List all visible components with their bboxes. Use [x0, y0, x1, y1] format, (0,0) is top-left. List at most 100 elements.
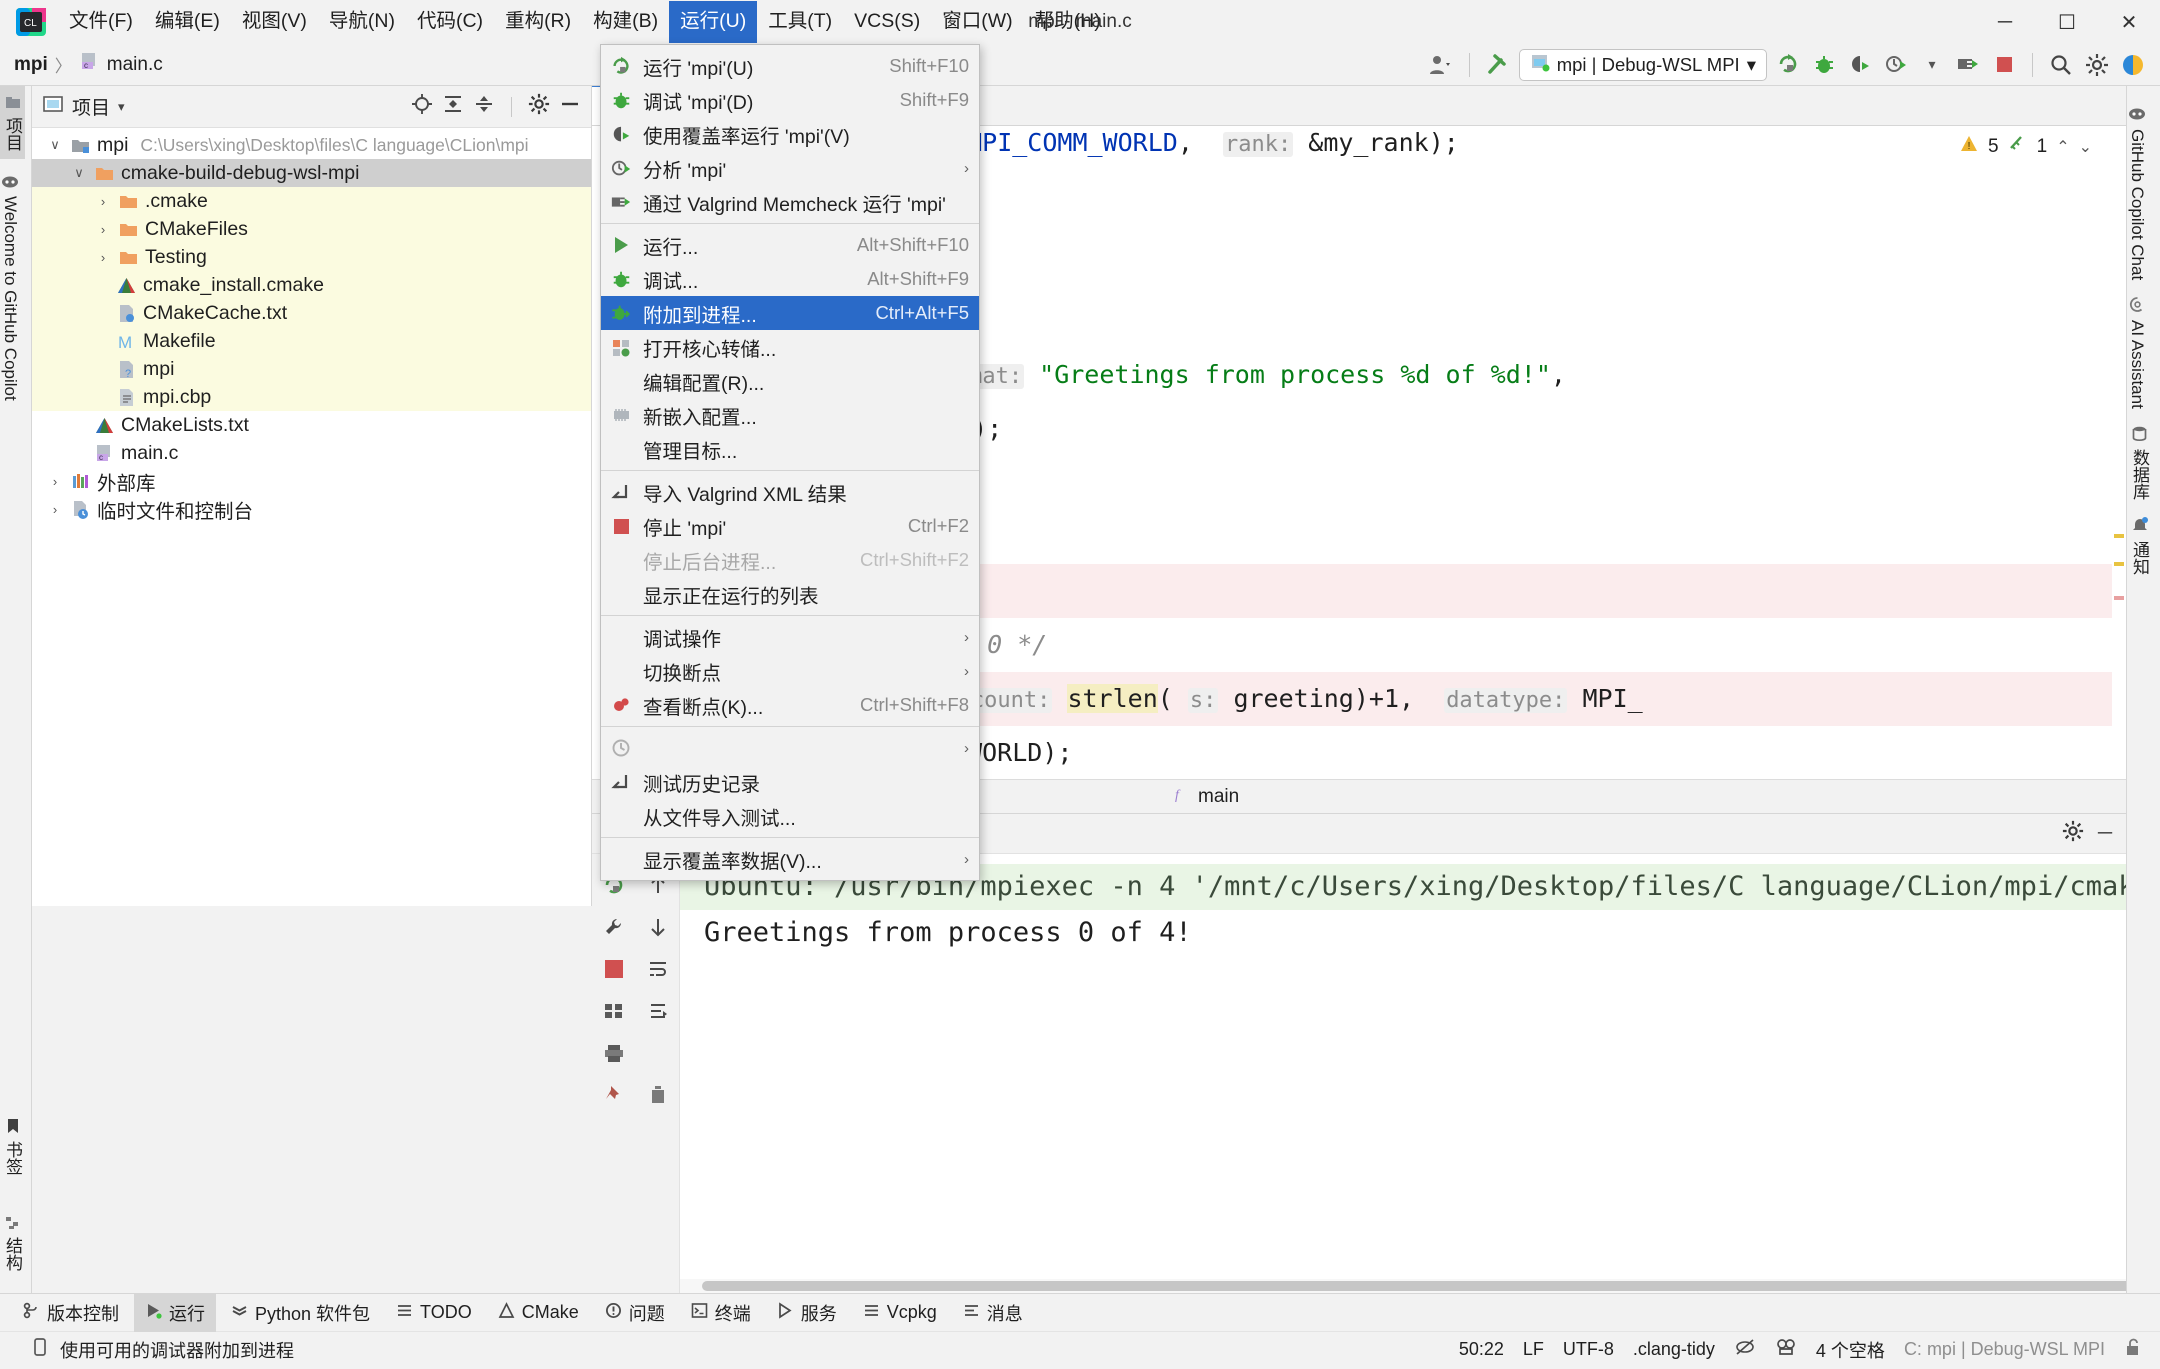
console-horizontal-scrollbar[interactable]	[680, 1279, 2126, 1293]
expand-all-icon[interactable]	[442, 93, 464, 121]
chevron-down-icon[interactable]: ∨	[46, 137, 64, 153]
left-tool-strip[interactable]: 项目 Welcome to GitHub Copilot 书签 结构	[0, 86, 32, 1293]
hide-run-window-icon[interactable]: ─	[2098, 822, 2112, 845]
menu-bar[interactable]: 文件(F) 编辑(E) 视图(V) 导航(N) 代码(C) 重构(R) 构建(B…	[58, 0, 1112, 44]
main-toolbar[interactable]: mpi | Debug-WSL MPI ▾ ▾	[1426, 48, 2160, 81]
menu-item-import-valgrind-xml[interactable]: 导入 Valgrind XML 结果	[601, 475, 979, 509]
bottom-tab-terminal[interactable]: 终端	[680, 1294, 762, 1332]
user-icon[interactable]	[1426, 50, 1456, 80]
clang-tidy-config[interactable]: .clang-tidy	[1633, 1339, 1715, 1360]
print-icon[interactable]	[592, 1032, 636, 1074]
search-icon[interactable]	[2046, 50, 2076, 80]
error-marker[interactable]	[2114, 596, 2124, 600]
sidebar-item-copilot-chat[interactable]: GitHub Copilot Chat	[2127, 86, 2147, 288]
menu-item-view-breakpoints[interactable]: 查看断点(K)... Ctrl+Shift+F8	[601, 688, 979, 722]
scroll-to-end-icon[interactable]	[636, 990, 680, 1032]
chevron-right-icon[interactable]: ›	[46, 502, 64, 517]
menu-item-new-embedded-configuration[interactable]: 新嵌入配置...	[601, 398, 979, 432]
tree-item-external-libraries[interactable]: › 外部库	[32, 467, 591, 495]
tree-item-mpi-binary[interactable]: ? mpi	[32, 355, 591, 383]
menu-item-open-core-dump[interactable]: 打开核心转储...	[601, 330, 979, 364]
right-tool-strip[interactable]: GitHub Copilot Chat AI Assistant 数据库 通知	[2126, 86, 2160, 1293]
editor-vertical-scrollbar[interactable]	[2112, 126, 2126, 779]
hide-panel-icon[interactable]	[559, 93, 581, 121]
run-console-output[interactable]: Ubuntu: /usr/bin/mpiexec -n 4 '/mnt/c/Us…	[680, 854, 2126, 1293]
debug-icon[interactable]	[1809, 50, 1839, 80]
breadcrumb[interactable]: mpi 〉 c main.c	[0, 51, 163, 78]
bottom-tool-window-bar[interactable]: 版本控制 运行 Python 软件包 TODO CMake 问题 终端 服务 V…	[0, 1293, 2160, 1332]
tree-item-cmake-build-dir[interactable]: ∨ cmake-build-debug-wsl-mpi	[32, 159, 591, 187]
valgrind-icon[interactable]	[1953, 50, 1983, 80]
collapse-all-icon[interactable]	[473, 93, 495, 121]
stop-icon[interactable]	[592, 948, 636, 990]
next-problem-icon[interactable]: ⌄	[2079, 137, 2092, 157]
caret-position[interactable]: 50:22	[1459, 1339, 1504, 1360]
tree-item-testing[interactable]: › Testing	[32, 243, 591, 271]
tree-item-cmake-install[interactable]: cmake_install.cmake	[32, 271, 591, 299]
menu-item-manage-targets[interactable]: 管理目标...	[601, 432, 979, 466]
sidebar-item-project[interactable]: 项目	[0, 86, 25, 159]
wrench-icon[interactable]	[592, 906, 636, 948]
menu-item-toggle-breakpoint[interactable]: 切换断点 ›	[601, 654, 979, 688]
breadcrumb-file[interactable]: main.c	[107, 54, 163, 76]
status-bar-right[interactable]: 50:22 LF UTF-8 .clang-tidy 4 个空格 C: mpi …	[1459, 1337, 2150, 1363]
chevron-down-icon[interactable]: ▾	[1747, 54, 1756, 76]
settings-gear-icon[interactable]	[528, 93, 550, 121]
sidebar-item-bookmarks[interactable]: 书签	[0, 1110, 25, 1183]
tree-item-cmakefiles[interactable]: › CMakeFiles	[32, 215, 591, 243]
tree-item-mpi-cbp[interactable]: mpi.cbp	[32, 383, 591, 411]
chevron-right-icon[interactable]: ›	[94, 250, 112, 265]
scroll-down-icon[interactable]	[636, 906, 680, 948]
menu-vcs[interactable]: VCS(S)	[843, 6, 931, 38]
breadcrumb-project[interactable]: mpi	[14, 54, 48, 76]
sidebar-item-notifications[interactable]: 通知	[2127, 508, 2152, 583]
tree-item-makefile[interactable]: M Makefile	[32, 327, 591, 355]
menu-item-run-with-coverage[interactable]: 使用覆盖率运行 'mpi'(V)	[601, 117, 979, 151]
menu-window[interactable]: 窗口(W)	[931, 6, 1023, 38]
tree-item-main-c[interactable]: c main.c	[32, 439, 591, 467]
menu-item-stop-mpi[interactable]: 停止 'mpi' Ctrl+F2	[601, 509, 979, 543]
profile-icon[interactable]	[1881, 50, 1911, 80]
locate-icon[interactable]	[411, 93, 433, 121]
trash-icon[interactable]	[636, 1074, 680, 1116]
chevron-right-icon[interactable]: ›	[46, 474, 64, 489]
unlocked-icon[interactable]	[2124, 1337, 2142, 1362]
layout-icon[interactable]	[592, 990, 636, 1032]
menu-help[interactable]: 帮助(H)	[1024, 6, 1112, 38]
menu-item-attach-to-process[interactable]: 附加到进程... Ctrl+Alt+F5	[601, 296, 979, 330]
menu-file[interactable]: 文件(F)	[58, 6, 144, 38]
bottom-tab-version-control[interactable]: 版本控制	[12, 1294, 130, 1332]
pin-icon[interactable]	[592, 1074, 636, 1116]
inspection-off-icon[interactable]	[1734, 1337, 1756, 1362]
scrollbar-thumb[interactable]	[702, 1281, 2126, 1291]
minimize-button[interactable]: ─	[1974, 0, 2036, 44]
chevron-down-icon[interactable]: ▾	[1917, 50, 1947, 80]
bottom-tab-cmake[interactable]: CMake	[487, 1296, 590, 1330]
bottom-tab-vcpkg[interactable]: Vcpkg	[852, 1296, 948, 1330]
menu-item-open-profiler-snapshot[interactable]: 显示覆盖率数据(V)... ›	[601, 842, 979, 876]
tree-item-dot-cmake[interactable]: › .cmake	[32, 187, 591, 215]
menu-item-show-running-list[interactable]: 显示正在运行的列表	[601, 577, 979, 611]
menu-refactor[interactable]: 重构(R)	[494, 6, 582, 38]
window-controls[interactable]: ─ ☐ ✕	[1974, 0, 2160, 44]
menu-item-run-mpi[interactable]: 运行 'mpi'(U) Shift+F10	[601, 49, 979, 83]
bottom-tab-services[interactable]: 服务	[766, 1294, 848, 1332]
run-window-toolbar[interactable]	[592, 854, 680, 1293]
tree-item-cmakelists[interactable]: CMakeLists.txt	[32, 411, 591, 439]
menu-item-import-tests-from-file[interactable]: 测试历史记录	[601, 765, 979, 799]
chevron-down-icon[interactable]: ∨	[70, 165, 88, 181]
sidebar-item-copilot[interactable]: Welcome to GitHub Copilot	[0, 165, 20, 409]
stop-icon[interactable]	[1989, 50, 2019, 80]
soft-wrap-icon[interactable]	[636, 948, 680, 990]
sidebar-item-ai-assistant[interactable]: AI Assistant	[2127, 288, 2147, 417]
bottom-tab-python-packages[interactable]: Python 软件包	[220, 1294, 381, 1332]
settings-gear-icon[interactable]	[2082, 50, 2112, 80]
clang-tidy-icon[interactable]	[1775, 1337, 1797, 1362]
bottom-tab-problems[interactable]: 问题	[594, 1294, 676, 1332]
maximize-button[interactable]: ☐	[2036, 0, 2098, 44]
menu-item-debug-dialog[interactable]: 调试... Alt+Shift+F9	[601, 262, 979, 296]
menu-view[interactable]: 视图(V)	[231, 6, 318, 38]
bottom-tab-run[interactable]: 运行	[134, 1293, 216, 1332]
tree-item-scratches-consoles[interactable]: › 临时文件和控制台	[32, 495, 591, 523]
tree-item-mpi-root[interactable]: ∨ mpi C:\Users\xing\Desktop\files\C lang…	[32, 131, 591, 159]
